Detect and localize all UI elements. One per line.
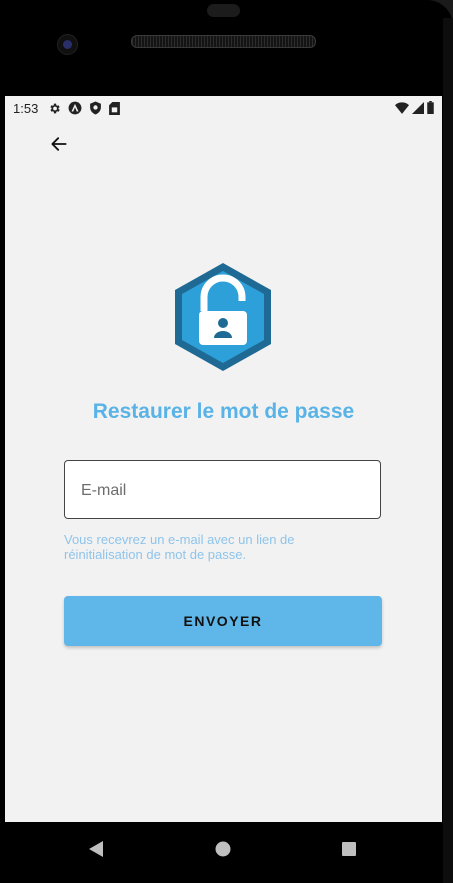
- battery-icon: [427, 101, 434, 117]
- helper-text: Vous recevrez un e-mail avec un lien de …: [64, 532, 295, 562]
- status-time: 1:53: [13, 100, 39, 116]
- wifi-icon: [395, 101, 409, 117]
- signal-icon: [412, 101, 424, 117]
- device-edge: [443, 18, 453, 883]
- page-title: Restaurer le mot de passe: [92, 400, 355, 423]
- padlock-open-icon: [171, 261, 275, 373]
- back-triangle-icon[interactable]: [87, 839, 105, 864]
- recents-square-icon[interactable]: [340, 839, 358, 864]
- back-button[interactable]: [48, 133, 70, 155]
- top-speaker: [207, 4, 240, 17]
- shield-icon: [89, 101, 102, 115]
- sim-card-icon: [109, 101, 121, 115]
- accessibility-icon: [68, 101, 82, 115]
- send-button[interactable]: ENVOYER: [64, 596, 382, 646]
- email-input[interactable]: [79, 461, 363, 520]
- status-bar: 1:53: [5, 96, 442, 120]
- home-circle-icon[interactable]: [214, 839, 232, 864]
- settings-icon: [48, 102, 61, 115]
- app-screen: 1:53 Restaurer le mot de passe E-mail Vo…: [5, 96, 442, 822]
- earpiece-grille: [131, 35, 316, 48]
- email-field[interactable]: [64, 460, 381, 520]
- arrow-left-icon: [51, 137, 67, 151]
- system-nav-bar: [0, 822, 443, 883]
- front-camera: [57, 34, 78, 55]
